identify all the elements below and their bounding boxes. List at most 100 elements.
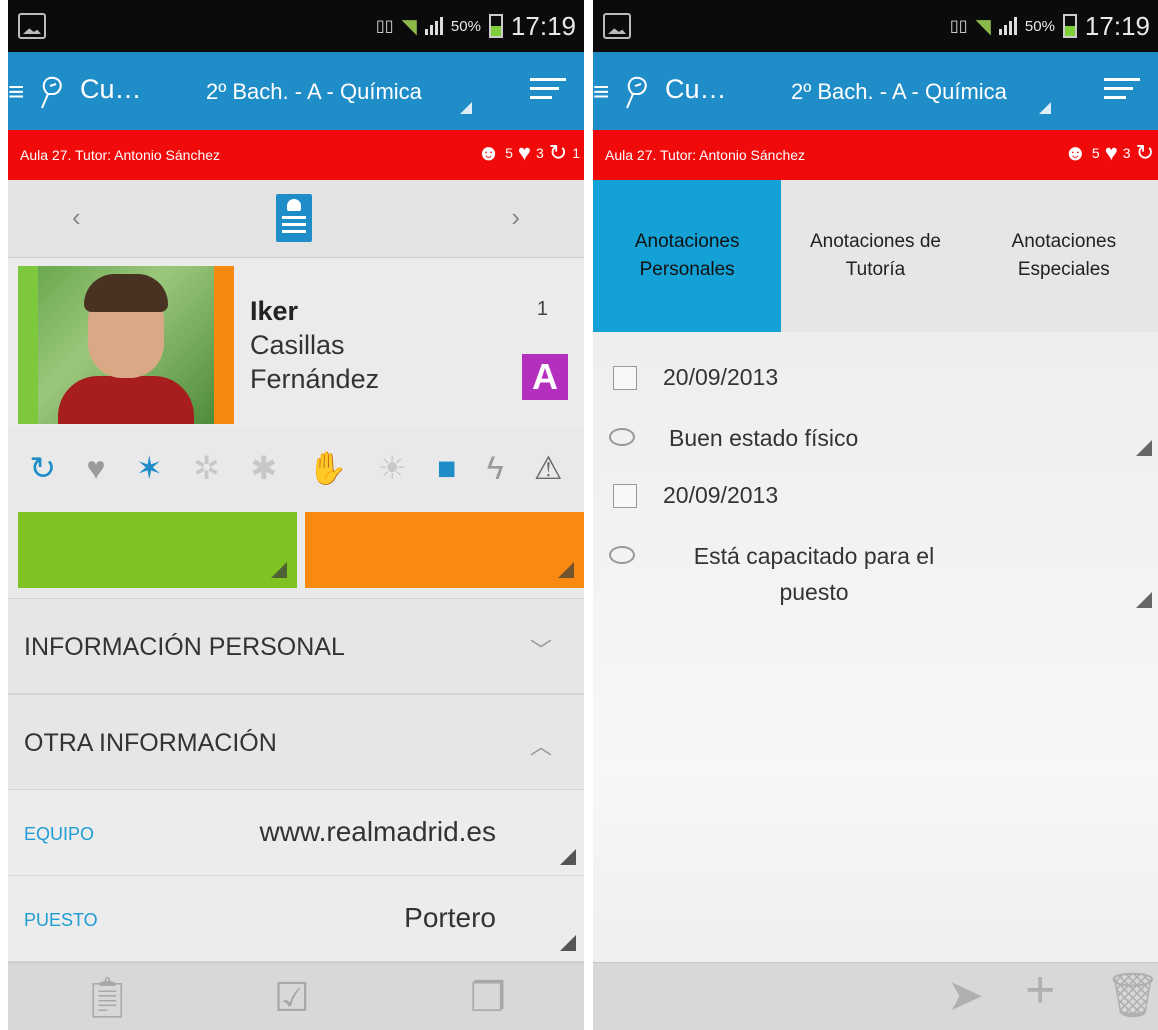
thumbs-up-icon[interactable]: ✋ (308, 449, 348, 487)
student-card-icon[interactable] (276, 194, 312, 242)
app-logo-icon[interactable] (621, 74, 653, 110)
battery-icon (488, 14, 503, 38)
wifi-icon: ◥ (401, 15, 417, 38)
student-name: Iker Casillas Fernández (250, 294, 379, 396)
student-last-name-2: Fernández (250, 364, 380, 394)
annotation-date: 20/09/2013 (663, 482, 779, 508)
orange-status-block[interactable] (305, 512, 584, 588)
send-icon[interactable]: ➤ (947, 973, 984, 1019)
section-title: OTRA INFORMACIÓN (24, 729, 277, 757)
annotation-checkbox[interactable] (613, 366, 637, 390)
tab-special-annotations[interactable]: Anotaciones Especiales (970, 180, 1158, 332)
vibrate-icon: ▯▯ (375, 18, 394, 35)
class-selector[interactable]: 2º Bach. - A - Química (791, 79, 1007, 105)
annotation-text: Está capacitado para el puesto (693, 543, 935, 605)
student-profile-screen: ▯▯ ◥ 50% 17:19 ≡ Cu… 2º Bach. - A - Quím… (8, 0, 584, 1030)
class-selector[interactable]: 2º Bach. - A - Química (206, 79, 422, 105)
bottom-toolbar: ➤ + 🗑︎ (593, 962, 1158, 1030)
field-value: Portero (404, 902, 496, 933)
section-other-info[interactable]: OTRA INFORMACIÓN ︿ (8, 694, 584, 790)
chevron-down-icon: ﹀ (529, 638, 552, 663)
checkbox-icon[interactable]: ☑ (274, 977, 310, 1019)
status-bar: ▯▯ ◥ 50% 17:19 (8, 0, 584, 52)
student-count: 5 (505, 145, 513, 161)
student-photo[interactable] (18, 266, 234, 424)
annotation-tabs: Anotaciones Personales Anotaciones de Tu… (593, 180, 1158, 332)
section-personal-info[interactable]: INFORMACIÓN PERSONAL ﹀ (8, 598, 584, 694)
student-navigation: ‹ › (8, 180, 584, 258)
action-bar: ≡ Cu… 2º Bach. - A - Química (8, 52, 584, 130)
class-info-bar: Aula 27. Tutor: Antonio Sánchez ☻ 5 ♥ 3 … (593, 130, 1158, 180)
heart-icon: ♥ (517, 140, 531, 165)
class-info-text: Aula 27. Tutor: Antonio Sánchez (605, 147, 806, 163)
edit-corner-icon (560, 849, 576, 865)
heart-count: 3 (535, 145, 544, 161)
gears-icon[interactable]: ✲ (193, 449, 220, 487)
photo-status-strip-left (18, 266, 38, 424)
annotation-text: Buen estado físico (669, 425, 859, 451)
status-indicators: ▯▯ ◥ 50% 17:19 (950, 8, 1150, 44)
heart-icon[interactable]: ♥ (86, 450, 105, 487)
student-count: 5 (1091, 145, 1100, 161)
class-stats: ☻ 5 ♥ 3 ↻ 1 (477, 140, 580, 166)
lock-icon[interactable]: ■ (437, 450, 456, 487)
dropdown-corner-icon (1039, 102, 1051, 114)
star-icon[interactable]: ✶ (136, 449, 163, 487)
trash-icon[interactable]: 🗑︎ (1105, 973, 1158, 1019)
field-label: EQUIPO (24, 824, 95, 844)
previous-student-button[interactable]: ‹ (72, 202, 81, 233)
status-indicators: ▯▯ ◥ 50% 17:19 (376, 8, 576, 44)
clock: 17:19 (1084, 10, 1150, 41)
warning-icon[interactable]: ⚠ (534, 449, 563, 487)
dropdown-corner-icon (558, 562, 574, 578)
student-icon: ☻ (476, 140, 501, 165)
refresh-icon: ↻ (1135, 140, 1154, 165)
green-status-block[interactable] (18, 512, 297, 588)
class-info-bar: Aula 27. Tutor: Antonio Sánchez ☻ 5 ♥ 3 … (8, 130, 584, 180)
lightning-icon[interactable]: ϟ (487, 450, 504, 487)
section-title: INFORMACIÓN PERSONAL (24, 633, 345, 661)
photo-status-strip-right (214, 266, 234, 424)
comment-icon (609, 546, 635, 564)
vibrate-icon: ▯▯ (949, 18, 968, 35)
gallery-notification-icon (603, 13, 631, 39)
bug-icon[interactable]: ✱ (250, 449, 277, 487)
wifi-icon: ◥ (975, 15, 991, 38)
tab-personal-annotations[interactable]: Anotaciones Personales (593, 180, 782, 332)
field-row-puesto[interactable]: PUESTO Portero (8, 876, 584, 962)
battery-percent: 50% (1024, 17, 1055, 35)
add-icon[interactable]: + (1025, 964, 1055, 1016)
next-student-button[interactable]: › (511, 202, 520, 233)
edit-corner-icon (1136, 440, 1152, 456)
student-annotations-screen: ▯▯ ◥ 50% 17:19 ≡ Cu… 2º Bach. - A - Quím… (593, 0, 1158, 1030)
chevron-up-icon: ︿ (529, 734, 552, 759)
edit-clipboard-icon[interactable]: 📋︎ (82, 977, 133, 1019)
app-title[interactable]: Cu… (665, 74, 727, 105)
action-bar: ≡ Cu… 2º Bach. - A - Química (593, 52, 1158, 130)
bottom-toolbar: 📋︎ ☑ ❐ (8, 962, 584, 1030)
refresh-icon[interactable]: ↻ (29, 449, 56, 487)
heart-icon: ♥ (1104, 140, 1118, 165)
gallery-notification-icon (18, 13, 46, 39)
grade-badge[interactable]: A (522, 354, 568, 400)
tab-tutoring-annotations[interactable]: Anotaciones de Tutoría (781, 180, 969, 332)
filter-icon[interactable] (1104, 78, 1140, 104)
annotation-checkbox[interactable] (613, 484, 637, 508)
battery-icon (1062, 14, 1077, 38)
annotation-date: 20/09/2013 (663, 364, 779, 390)
menu-icon[interactable]: ≡ (8, 78, 24, 106)
app-title[interactable]: Cu… (80, 74, 142, 105)
class-info-text: Aula 27. Tutor: Antonio Sánchez (20, 147, 221, 163)
dropdown-corner-icon (460, 102, 472, 114)
copy-icon[interactable]: ❐ (470, 977, 506, 1019)
student-last-name-1: Casillas (250, 330, 345, 360)
field-value: www.realmadrid.es (259, 816, 496, 847)
field-row-equipo[interactable]: EQUIPO www.realmadrid.es (8, 790, 584, 876)
filter-icon[interactable] (530, 78, 566, 104)
lightbulb-icon[interactable]: ☀ (378, 449, 407, 487)
student-icon: ☻ (1063, 140, 1087, 165)
class-stats: ☻ 5 ♥ 3 ↻ (1064, 140, 1154, 166)
app-logo-icon[interactable] (36, 74, 68, 110)
menu-icon[interactable]: ≡ (593, 78, 609, 106)
field-label: PUESTO (24, 910, 98, 930)
